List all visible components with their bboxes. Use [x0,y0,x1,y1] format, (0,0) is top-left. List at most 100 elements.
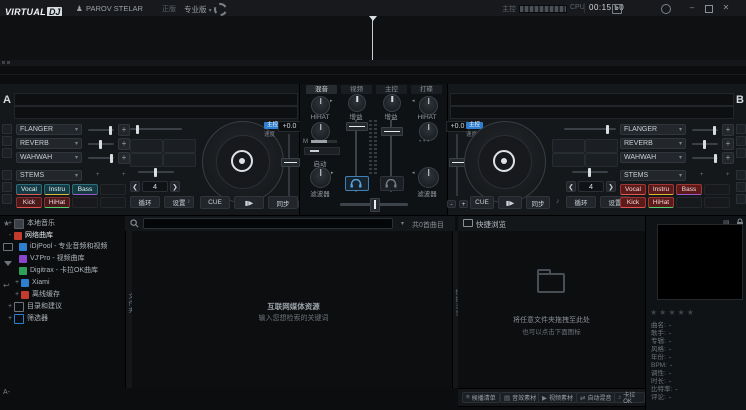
fx-slot-2-dropdown[interactable]: REVERB▾ [16,138,82,149]
stem-pad-kick-b[interactable]: Kick [620,197,646,208]
font-zoom-control[interactable]: A- [3,389,10,396]
loop-button-b[interactable]: 循环 [566,196,596,208]
fx-slot-3-on-button-b[interactable]: + [722,152,734,164]
stem-pad-empty[interactable] [100,197,126,208]
search-results-panel[interactable]: 互联网媒体资源 输入您想检索的关键词 [132,231,455,388]
sidebar-item-idjpool[interactable]: iDjPool - 专业音频和视频 [19,241,125,252]
pad-cell[interactable] [163,139,196,153]
crossfader-handle[interactable] [370,198,380,212]
fx-mini-slider[interactable] [138,171,174,173]
deck-a-rail-button[interactable] [2,136,12,146]
rating-stars[interactable]: ★★★★★ [650,308,696,317]
fx-slot-3-dropdown[interactable]: WAHWAH▾ [16,152,82,163]
sidebar-item-online-music[interactable]: - 网络曲库 [6,230,124,241]
search-input[interactable] [143,218,393,229]
sync-button-b[interactable]: 同步 [526,196,550,209]
karaoke-toggle[interactable]: ♪卡拉OK [614,392,645,403]
pad-cell[interactable] [585,153,618,167]
stem-pad-kick[interactable]: Kick [16,197,42,208]
sidebar-item-folders[interactable]: + 目录和建议 [6,301,124,312]
fx-slot-1-slider[interactable] [88,129,114,131]
deck-a-rail-button[interactable] [2,148,12,158]
stem-knob-a[interactable] [311,96,330,115]
sampler-toggle[interactable]: ▤音效素材 [500,392,540,403]
fx-slot-1-dropdown-b[interactable]: FLANGER▾ [620,124,686,135]
undo-icon[interactable]: ↩ [3,281,10,290]
pad-cell[interactable] [130,153,163,167]
stem-amount-knob-a[interactable] [311,122,330,141]
stems-plus-icon[interactable]: + [96,172,100,178]
deck-b-rail-button[interactable] [736,136,746,146]
loop-half-button[interactable]: ❮ [130,181,140,192]
fx-slot-1-on-button-b[interactable]: + [722,124,734,136]
gain-knob-a[interactable] [348,94,366,112]
pad-cell[interactable] [130,139,163,153]
fx-slot-2-dropdown-b[interactable]: REVERB▾ [620,138,686,149]
stem-pad-hihat-b[interactable]: HiHat [648,197,674,208]
stem-pad-empty[interactable] [72,197,98,208]
loop-button[interactable]: 循环 [130,196,160,208]
sidebar-item-filters[interactable]: + 筛选器 [6,313,124,324]
deck-b-rail-button[interactable] [736,182,746,192]
stems-plus-icon[interactable]: + [122,172,126,178]
fx-slot-1-dropdown[interactable]: FLANGER▾ [16,124,82,135]
overview-wave-strip[interactable] [0,66,746,85]
loop-half-button-b[interactable]: ❮ [566,181,576,192]
stem-pad-empty[interactable] [100,184,126,195]
fx-mini-slider-b[interactable] [572,171,608,173]
stems-plus-icon[interactable]: + [700,172,704,178]
gain-knob-b[interactable] [383,94,401,112]
pfl-button-b[interactable] [380,176,404,191]
user-name[interactable]: PAROV STELAR [86,4,143,13]
chevron-down-icon[interactable]: ▾ [401,220,404,227]
fx-slot-3-on-button[interactable]: + [118,152,130,164]
video-toggle[interactable]: ▶视频素材 [538,392,577,403]
maximize-button[interactable] [705,5,713,13]
cue-button-a[interactable]: CUE [200,196,230,209]
knob-arrow-icon[interactable]: ▸ [330,98,333,104]
stem-pad-vocal[interactable]: Vocal [16,184,42,195]
stems-dropdown[interactable]: STEMS▾ [16,170,82,181]
shift-icon[interactable]: ♪ [187,198,191,205]
sync-button-a[interactable]: 同步 [268,196,298,209]
stems-plus-icon[interactable]: + [726,172,730,178]
stems-dropdown-b[interactable]: STEMS▾ [620,170,686,181]
close-button[interactable]: ✕ [720,3,732,12]
tab-scratch[interactable]: 打碟 [411,85,442,94]
filter-funnel-icon[interactable] [4,261,12,266]
deck-b-rail-button[interactable] [736,148,746,158]
tab-master[interactable]: 主控 [376,85,407,94]
stem-knob-b[interactable] [419,96,438,115]
covers-icon[interactable] [3,243,13,251]
record-icon[interactable] [612,4,622,14]
stem-pad-empty[interactable] [704,184,730,195]
sidebar-item-digitrax[interactable]: Digitrax - 卡拉OK曲库 [19,265,125,276]
quick-browse-dropzone[interactable]: 将任意文件夹拖拽至此处 也可以点击下面图标 [458,231,645,388]
stem-pad-bass[interactable]: Bass [72,184,98,195]
fx-slot-3-dropdown-b[interactable]: WAHWAH▾ [620,152,686,163]
sidebar-item-vjpro[interactable]: VJ'Pro - 视频曲库 [19,253,125,264]
fx-slot-2-on-button[interactable]: + [118,138,130,150]
pfl-button-a[interactable] [345,176,369,191]
deck-a-rail-button[interactable] [2,194,12,204]
stem-pad-empty[interactable] [704,197,730,208]
pitch-plus-button-b[interactable]: + [459,200,468,208]
deck-b-rail-button[interactable] [736,124,746,134]
minimize-button[interactable]: – [686,3,698,12]
loop-length-value[interactable]: 4 [142,181,168,192]
help-icon[interactable] [661,4,671,14]
fx-slot-1-slider-b[interactable] [692,129,718,131]
rhythm-wave-area[interactable] [0,16,746,61]
sidebar-item-offline-cache[interactable]: + 离线缓存 [13,289,125,300]
stem-pad-instru[interactable]: Instru [44,184,70,195]
pad-cell[interactable] [552,153,585,167]
sidebar-item-local-music[interactable]: + 本地音乐 [6,218,124,229]
sidebar-item-xiami[interactable]: + Xiami [13,277,125,288]
pitch-minus-button-b[interactable]: - [447,200,456,208]
key-slider[interactable] [130,128,182,130]
deck-a-rail-button[interactable] [2,170,12,180]
volume-fader-a-handle[interactable] [346,122,368,131]
deck-b-rail-button[interactable] [736,170,746,180]
drywet-slider-a[interactable] [304,147,340,155]
filter-knob-a[interactable] [310,167,331,188]
